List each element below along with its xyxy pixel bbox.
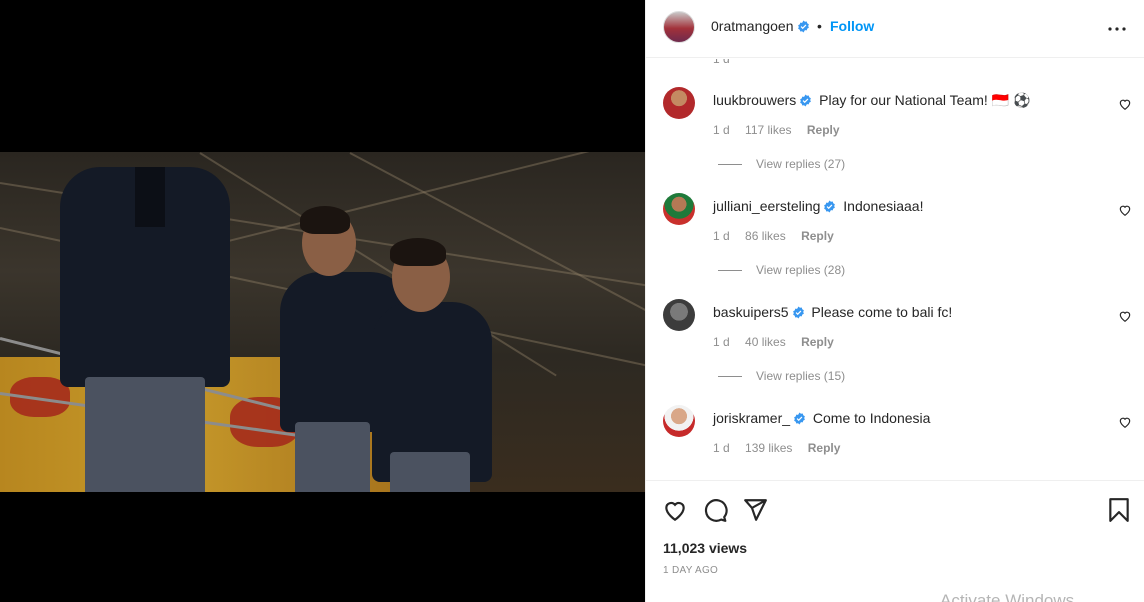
heart-icon[interactable] [662, 497, 688, 523]
post-timestamp[interactable]: 1 DAY AGO [663, 565, 718, 576]
author-username-text[interactable]: 0ratmangoen [711, 18, 794, 34]
commenter-username[interactable]: joriskramer_ [713, 410, 790, 426]
comment-item: joriskramer_ Come to Indonesia 1 d 139 l… [646, 377, 1144, 479]
comment-body: luukbrouwers Play for our National Team!… [713, 91, 1030, 109]
comment-icon[interactable] [702, 497, 728, 523]
comment-body: julliani_eersteling Indonesiaaa! [713, 197, 923, 215]
comment-likes[interactable]: 40 likes [745, 335, 786, 349]
commenter-avatar[interactable] [663, 87, 695, 119]
comment-meta: 1 d 40 likes Reply [713, 335, 846, 349]
verified-badge-icon [794, 412, 805, 425]
comment-time: 1 d [713, 229, 730, 243]
verified-badge-icon [824, 200, 836, 213]
comment-time: 1 d [713, 335, 730, 349]
comment-text: Indonesiaaa! [843, 198, 924, 214]
commenter-username[interactable]: baskuipers5 [713, 304, 789, 320]
author-avatar[interactable] [663, 11, 695, 43]
commenter-avatar[interactable] [663, 405, 695, 437]
heart-icon[interactable] [1118, 97, 1132, 111]
share-icon[interactable] [742, 497, 768, 523]
comment-item: baskuipers5 Please come to bali fc! 1 d … [646, 271, 1144, 383]
heart-icon[interactable] [1118, 203, 1132, 217]
comment-item: julliani_eersteling Indonesiaaa! 1 d 86 … [646, 165, 1144, 277]
bookmark-icon[interactable] [1106, 497, 1132, 523]
comment-time: 1 d [713, 441, 730, 455]
comments-list[interactable]: 1 d luukbrouwers Play for our National T… [646, 59, 1144, 479]
heart-icon[interactable] [1118, 309, 1132, 323]
comment-text: Play for our National Team! 🇮🇩 ⚽ [819, 92, 1031, 108]
follow-button[interactable]: Follow [830, 18, 874, 34]
comment-likes[interactable]: 86 likes [745, 229, 786, 243]
reply-button[interactable]: Reply [801, 335, 834, 349]
comment-meta: 1 d 139 likes Reply [713, 441, 852, 455]
post-side-panel: 0ratmangoen • Follow 1 d luukbrouwers Pl… [645, 0, 1144, 602]
video-player[interactable] [0, 152, 645, 492]
post-header: 0ratmangoen • Follow [646, 0, 1144, 58]
view-count: 11,023 views [663, 540, 748, 556]
comment-body: joriskramer_ Come to Indonesia [713, 409, 930, 427]
verified-badge-icon [792, 306, 804, 319]
comment-meta: 1 d 117 likes Reply [713, 123, 852, 137]
comment-likes[interactable]: 117 likes [745, 123, 791, 137]
commenter-avatar[interactable] [663, 193, 695, 225]
header-separator: • [817, 18, 822, 34]
activate-windows-watermark: Activate Windows [940, 591, 1075, 602]
post-actions-bar: 11,023 views 1 DAY AGO [646, 480, 1144, 602]
comment-item: luukbrouwers Play for our National Team!… [646, 59, 1144, 171]
reply-button[interactable]: Reply [807, 123, 840, 137]
commenter-username[interactable]: luukbrouwers [713, 92, 796, 108]
comment-time: 1 d [713, 123, 730, 137]
heart-icon[interactable] [1118, 415, 1132, 429]
comment-likes[interactable]: 139 likes [745, 441, 792, 455]
more-options-icon[interactable] [1108, 22, 1126, 36]
comment-text: Come to Indonesia [812, 410, 931, 426]
post-media [0, 0, 645, 602]
comment-text: Please come to bali fc! [811, 304, 953, 320]
comment-meta: 1 d 86 likes Reply [713, 229, 846, 243]
author-username[interactable]: 0ratmangoen [711, 18, 810, 34]
verified-badge-icon [800, 94, 812, 107]
verified-badge-icon [797, 20, 809, 33]
commenter-avatar[interactable] [663, 299, 695, 331]
reply-button[interactable]: Reply [801, 229, 834, 243]
comment-body: baskuipers5 Please come to bali fc! [713, 303, 952, 321]
commenter-username[interactable]: julliani_eersteling [713, 198, 820, 214]
reply-button[interactable]: Reply [808, 441, 841, 455]
